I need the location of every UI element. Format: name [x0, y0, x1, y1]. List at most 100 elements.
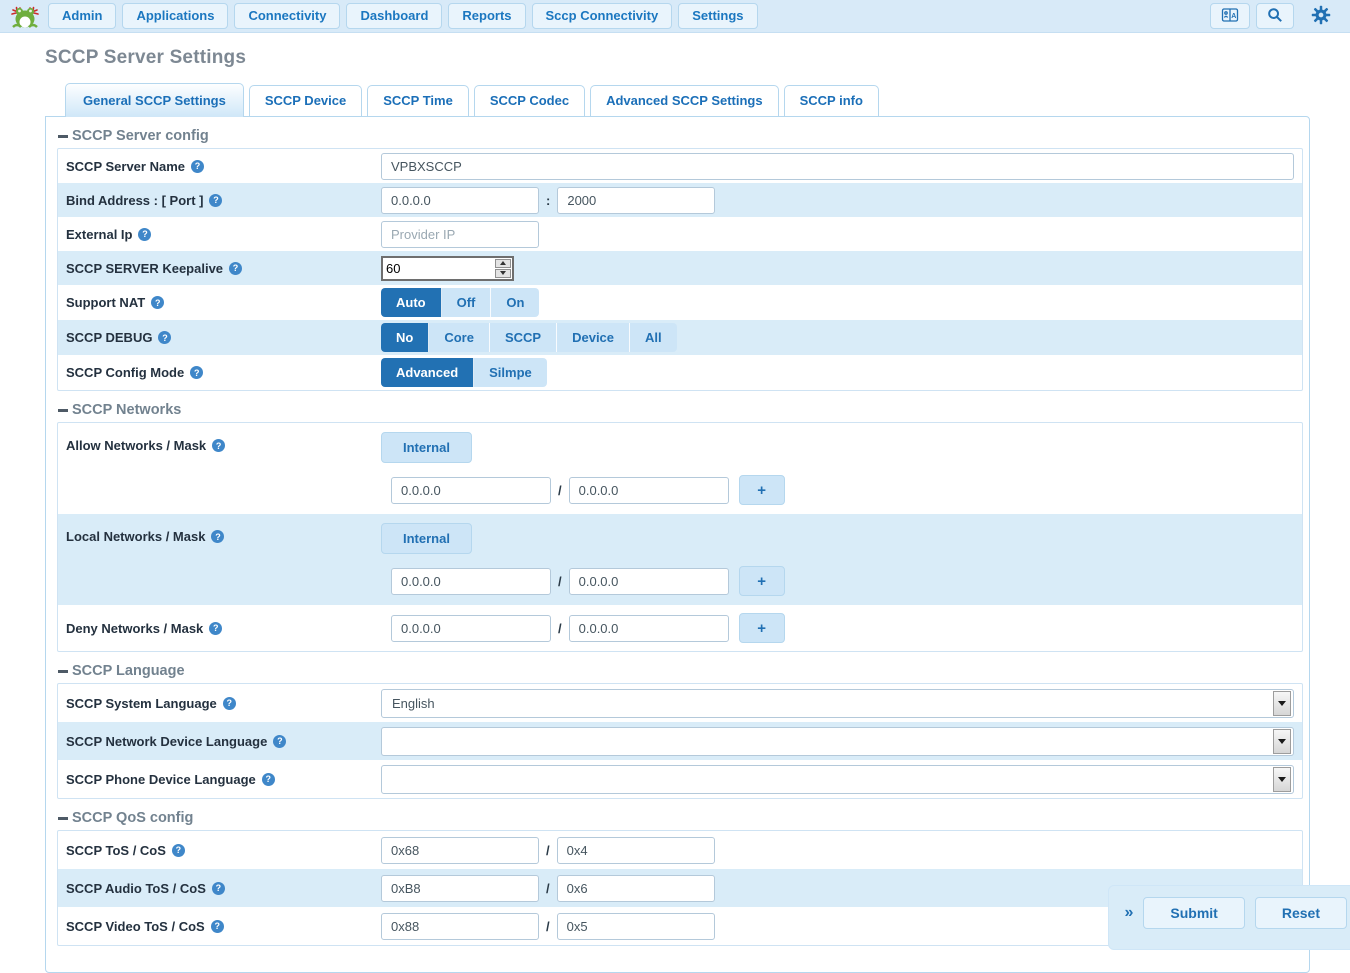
- debug-sccp-button[interactable]: SCCP: [490, 323, 557, 352]
- stepper-up-button[interactable]: [495, 259, 511, 268]
- keepalive-input[interactable]: [383, 258, 494, 279]
- field-label: SCCP Network Device Language: [66, 734, 381, 749]
- nav-item-sccp-connectivity[interactable]: Sccp Connectivity: [532, 3, 673, 29]
- collapse-toolbar-chevron-icon[interactable]: »: [1125, 904, 1134, 922]
- video-tos-input[interactable]: [381, 913, 539, 940]
- debug-device-button[interactable]: Device: [557, 323, 630, 352]
- allow-internal-button[interactable]: Internal: [381, 432, 472, 463]
- field-label: SCCP System Language: [66, 696, 381, 711]
- nav-item-admin[interactable]: Admin: [48, 3, 116, 29]
- nat-off-button[interactable]: Off: [442, 288, 492, 317]
- nav-item-settings[interactable]: Settings: [678, 3, 757, 29]
- collapse-icon: [58, 817, 68, 820]
- external-ip-input[interactable]: [381, 221, 539, 248]
- stepper-down-button[interactable]: [495, 269, 511, 278]
- allow-mask-input[interactable]: [569, 477, 729, 504]
- tab-sccp-codec[interactable]: SCCP Codec: [474, 85, 585, 116]
- collapse-icon: [58, 670, 68, 673]
- nat-on-button[interactable]: On: [491, 288, 539, 317]
- field-label: SCCP SERVER Keepalive: [66, 261, 381, 276]
- section-toggle-server-config[interactable]: SCCP Server config: [57, 123, 1303, 148]
- local-mask-input[interactable]: [569, 568, 729, 595]
- help-icon[interactable]: [151, 296, 164, 309]
- collapse-icon: [58, 409, 68, 412]
- cos-input[interactable]: [557, 837, 715, 864]
- help-icon[interactable]: [211, 920, 224, 933]
- select-dropdown-arrow-icon: [1273, 691, 1291, 716]
- settings-tabs: General SCCP Settings SCCP Device SCCP T…: [65, 83, 1350, 116]
- audio-tos-input[interactable]: [381, 875, 539, 902]
- debug-all-button[interactable]: All: [630, 323, 677, 352]
- row-local-networks: Local Networks / Mask Internal / +: [58, 514, 1302, 605]
- local-add-button[interactable]: +: [739, 566, 785, 596]
- local-internal-button[interactable]: Internal: [381, 523, 472, 554]
- help-icon[interactable]: [172, 844, 185, 857]
- config-mode-group: Advanced Silmpe: [381, 358, 547, 387]
- select-dropdown-arrow-icon: [1273, 767, 1291, 792]
- submit-button[interactable]: Submit: [1143, 897, 1244, 929]
- field-label: SCCP Server Name: [66, 159, 381, 174]
- nav-item-connectivity[interactable]: Connectivity: [234, 3, 340, 29]
- support-nat-group: Auto Off On: [381, 288, 539, 317]
- mode-simple-button[interactable]: Silmpe: [474, 358, 547, 387]
- help-icon[interactable]: [190, 366, 203, 379]
- server-name-input[interactable]: [381, 153, 1294, 180]
- allow-network-input[interactable]: [391, 477, 551, 504]
- bind-address-input[interactable]: [381, 187, 539, 214]
- reset-button[interactable]: Reset: [1255, 897, 1347, 929]
- freepbx-frog-logo[interactable]: [8, 2, 42, 30]
- help-icon[interactable]: [262, 773, 275, 786]
- help-icon[interactable]: [138, 228, 151, 241]
- local-network-input[interactable]: [391, 568, 551, 595]
- deny-network-input[interactable]: [391, 615, 551, 642]
- tos-input[interactable]: [381, 837, 539, 864]
- tab-sccp-device[interactable]: SCCP Device: [249, 85, 362, 116]
- help-icon[interactable]: [209, 194, 222, 207]
- audio-cos-input[interactable]: [557, 875, 715, 902]
- bind-port-input[interactable]: [557, 187, 715, 214]
- keepalive-stepper[interactable]: [381, 256, 514, 281]
- tab-sccp-info[interactable]: SCCP info: [784, 85, 879, 116]
- collapse-icon: [58, 135, 68, 138]
- language-icon: A: [1221, 7, 1239, 26]
- nav-item-dashboard[interactable]: Dashboard: [346, 3, 442, 29]
- help-icon[interactable]: [212, 439, 225, 452]
- help-icon[interactable]: [212, 882, 225, 895]
- debug-core-button[interactable]: Core: [429, 323, 490, 352]
- gear-icon: [1311, 5, 1331, 28]
- deny-mask-input[interactable]: [569, 615, 729, 642]
- section-toggle-networks[interactable]: SCCP Networks: [57, 397, 1303, 422]
- row-server-name: SCCP Server Name: [58, 149, 1302, 183]
- section-toggle-language[interactable]: SCCP Language: [57, 658, 1303, 683]
- language-translate-button[interactable]: A: [1210, 3, 1250, 29]
- nav-item-reports[interactable]: Reports: [448, 3, 525, 29]
- mask-separator: /: [558, 621, 562, 636]
- nav-item-applications[interactable]: Applications: [122, 3, 228, 29]
- help-icon[interactable]: [191, 160, 204, 173]
- network-device-language-select[interactable]: [381, 727, 1294, 756]
- help-icon[interactable]: [229, 262, 242, 275]
- video-cos-input[interactable]: [557, 913, 715, 940]
- search-button[interactable]: [1256, 3, 1294, 29]
- system-language-select[interactable]: English: [381, 689, 1294, 718]
- tab-advanced-sccp-settings[interactable]: Advanced SCCP Settings: [590, 85, 779, 116]
- debug-no-button[interactable]: No: [381, 323, 429, 352]
- row-sccp-debug: SCCP DEBUG No Core SCCP Device All: [58, 320, 1302, 355]
- section-toggle-qos[interactable]: SCCP QoS config: [57, 805, 1303, 830]
- tab-general-sccp-settings[interactable]: General SCCP Settings: [65, 83, 244, 117]
- deny-add-button[interactable]: +: [739, 613, 785, 643]
- settings-gear-button[interactable]: [1300, 3, 1342, 29]
- sccp-debug-group: No Core SCCP Device All: [381, 323, 677, 352]
- help-icon[interactable]: [223, 697, 236, 710]
- allow-add-button[interactable]: +: [739, 475, 785, 505]
- help-icon[interactable]: [211, 530, 224, 543]
- phone-device-language-select[interactable]: [381, 765, 1294, 794]
- help-icon[interactable]: [158, 331, 171, 344]
- nat-auto-button[interactable]: Auto: [381, 288, 442, 317]
- mode-advanced-button[interactable]: Advanced: [381, 358, 474, 387]
- tab-sccp-time[interactable]: SCCP Time: [367, 85, 469, 116]
- help-icon[interactable]: [273, 735, 286, 748]
- row-external-ip: External Ip: [58, 217, 1302, 251]
- row-config-mode: SCCP Config Mode Advanced Silmpe: [58, 355, 1302, 390]
- help-icon[interactable]: [209, 622, 222, 635]
